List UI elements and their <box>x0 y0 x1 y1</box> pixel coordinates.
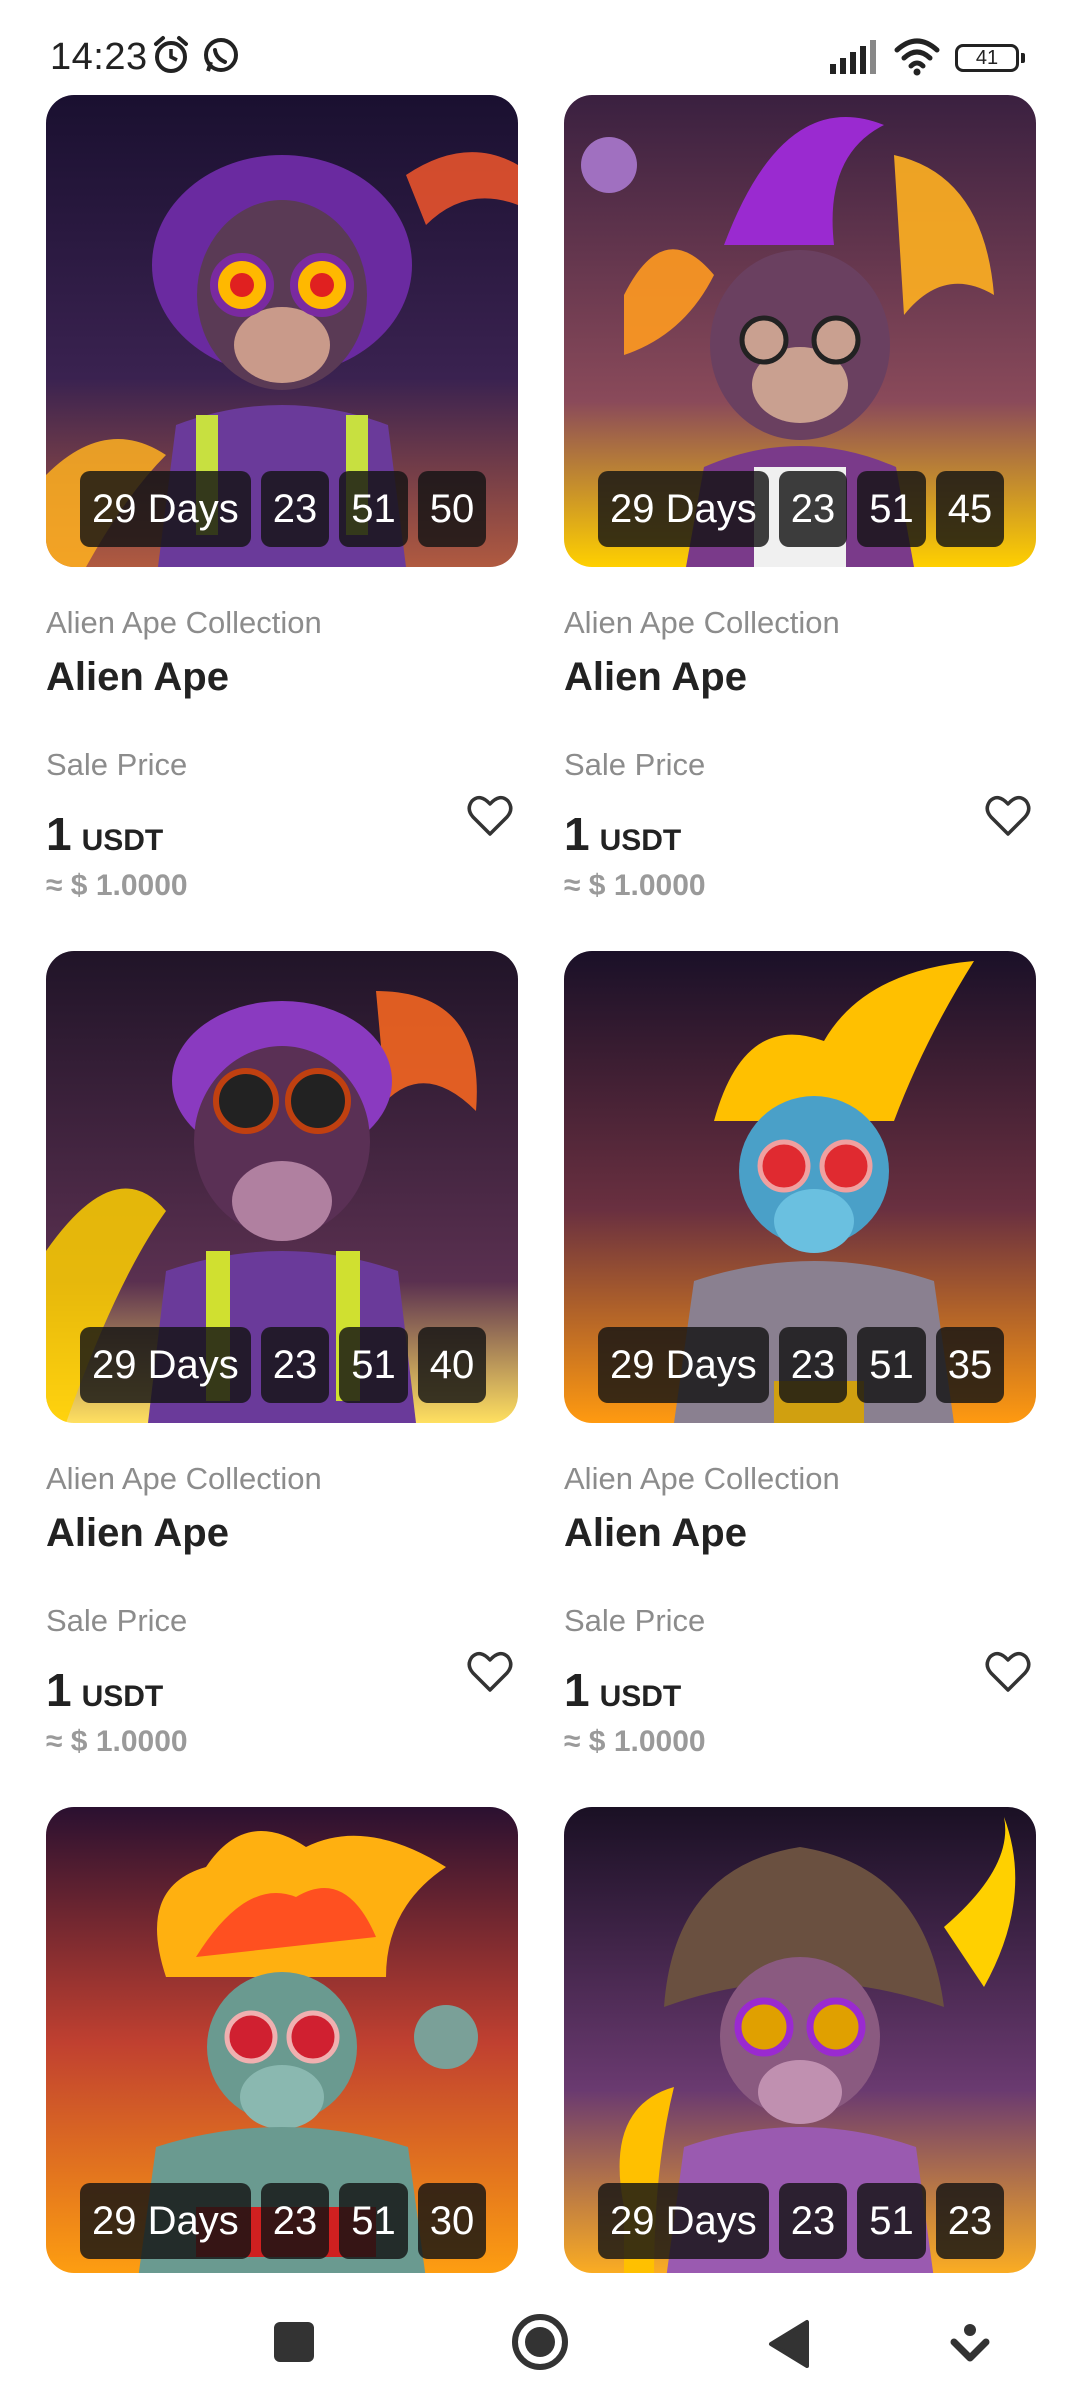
usd-equivalent: ≈ $ 1.0000 <box>564 1725 706 1758</box>
price: 1 USDT <box>46 1663 163 1717</box>
collection-name[interactable]: Alien Ape Collection <box>46 605 322 641</box>
countdown-timer: 29 Days 23 51 50 <box>80 471 487 547</box>
price-unit: USDT <box>599 824 682 857</box>
sale-price-label: Sale Price <box>46 747 188 782</box>
timer-seconds: 30 <box>417 2183 487 2259</box>
price: 1 USDT <box>564 807 681 861</box>
alarm-clock-icon <box>150 34 192 81</box>
heart-outline-icon <box>985 1651 1031 1692</box>
status-time: 14:23 <box>50 36 148 78</box>
circle-icon <box>512 2314 568 2370</box>
timer-seconds: 50 <box>417 471 487 547</box>
nft-image[interactable]: 29 Days 23 51 23 <box>564 1807 1036 2273</box>
timer-seconds: 40 <box>417 1327 487 1403</box>
price-unit: USDT <box>599 1680 682 1713</box>
price-unit: USDT <box>81 1680 164 1713</box>
recents-button[interactable] <box>270 2318 318 2371</box>
whatsapp-icon <box>200 34 242 81</box>
collection-name[interactable]: Alien Ape Collection <box>46 1461 322 1497</box>
system-navigation-bar <box>0 2290 1080 2400</box>
timer-hours: 23 <box>260 471 330 547</box>
price-value: 1 <box>46 808 72 860</box>
timer-days: 29 Days <box>80 471 251 547</box>
timer-days: 29 Days <box>80 2183 251 2259</box>
price-value: 1 <box>564 1664 590 1716</box>
countdown-timer: 29 Days 23 51 35 <box>598 1327 1005 1403</box>
collection-name[interactable]: Alien Ape Collection <box>564 1461 840 1497</box>
heart-outline-icon <box>467 795 513 836</box>
sale-price-label: Sale Price <box>46 1603 188 1638</box>
timer-seconds: 45 <box>935 471 1005 547</box>
timer-hours: 23 <box>778 471 848 547</box>
back-button[interactable] <box>765 2318 813 2375</box>
timer-days: 29 Days <box>598 471 769 547</box>
countdown-timer: 29 Days 23 51 45 <box>598 471 1005 547</box>
home-button[interactable] <box>510 2312 570 2377</box>
timer-hours: 23 <box>778 2183 848 2259</box>
price-value: 1 <box>46 1664 72 1716</box>
assistant-button[interactable] <box>950 2322 990 2371</box>
wifi-icon <box>893 36 941 81</box>
price-unit: USDT <box>81 824 164 857</box>
usd-equivalent: ≈ $ 1.0000 <box>46 1725 188 1758</box>
timer-days: 29 Days <box>598 2183 769 2259</box>
countdown-timer: 29 Days 23 51 23 <box>598 2183 1005 2259</box>
timer-days: 29 Days <box>598 1327 769 1403</box>
down-chevron-icon <box>950 2324 990 2362</box>
nft-image[interactable]: 29 Days 23 51 30 <box>46 1807 518 2273</box>
square-icon <box>274 2322 314 2362</box>
timer-minutes: 51 <box>857 2183 926 2259</box>
timer-seconds: 23 <box>935 2183 1005 2259</box>
timer-minutes: 51 <box>857 1327 926 1403</box>
favorite-button[interactable] <box>466 1648 514 1696</box>
countdown-timer: 29 Days 23 51 40 <box>80 1327 487 1403</box>
sale-price-label: Sale Price <box>564 1603 706 1638</box>
nft-image[interactable]: 29 Days 23 51 50 <box>46 95 518 567</box>
signal-icon <box>830 40 878 79</box>
price: 1 USDT <box>46 807 163 861</box>
nft-name[interactable]: Alien Ape <box>564 1511 747 1556</box>
favorite-button[interactable] <box>984 1648 1032 1696</box>
battery-indicator: 41 <box>955 44 1025 72</box>
timer-hours: 23 <box>260 2183 330 2259</box>
nft-image[interactable]: 29 Days 23 51 35 <box>564 951 1036 1423</box>
timer-minutes: 51 <box>339 1327 408 1403</box>
timer-hours: 23 <box>778 1327 848 1403</box>
nft-name[interactable]: Alien Ape <box>46 655 229 700</box>
timer-minutes: 51 <box>339 471 408 547</box>
timer-hours: 23 <box>260 1327 330 1403</box>
timer-minutes: 51 <box>339 2183 408 2259</box>
sale-price-label: Sale Price <box>564 747 706 782</box>
triangle-back-icon <box>769 2320 809 2368</box>
price-value: 1 <box>564 808 590 860</box>
countdown-timer: 29 Days 23 51 30 <box>80 2183 487 2259</box>
price: 1 USDT <box>564 1663 681 1717</box>
timer-seconds: 35 <box>935 1327 1005 1403</box>
collection-name[interactable]: Alien Ape Collection <box>564 605 840 641</box>
usd-equivalent: ≈ $ 1.0000 <box>564 869 706 902</box>
favorite-button[interactable] <box>984 792 1032 840</box>
usd-equivalent: ≈ $ 1.0000 <box>46 869 188 902</box>
nft-name[interactable]: Alien Ape <box>46 1511 229 1556</box>
nft-name[interactable]: Alien Ape <box>564 655 747 700</box>
status-bar: 14:23 41 <box>0 0 1080 110</box>
heart-outline-icon <box>467 1651 513 1692</box>
heart-outline-icon <box>985 795 1031 836</box>
favorite-button[interactable] <box>466 792 514 840</box>
timer-days: 29 Days <box>80 1327 251 1403</box>
timer-minutes: 51 <box>857 471 926 547</box>
nft-image[interactable]: 29 Days 23 51 40 <box>46 951 518 1423</box>
nft-image[interactable]: 29 Days 23 51 45 <box>564 95 1036 567</box>
